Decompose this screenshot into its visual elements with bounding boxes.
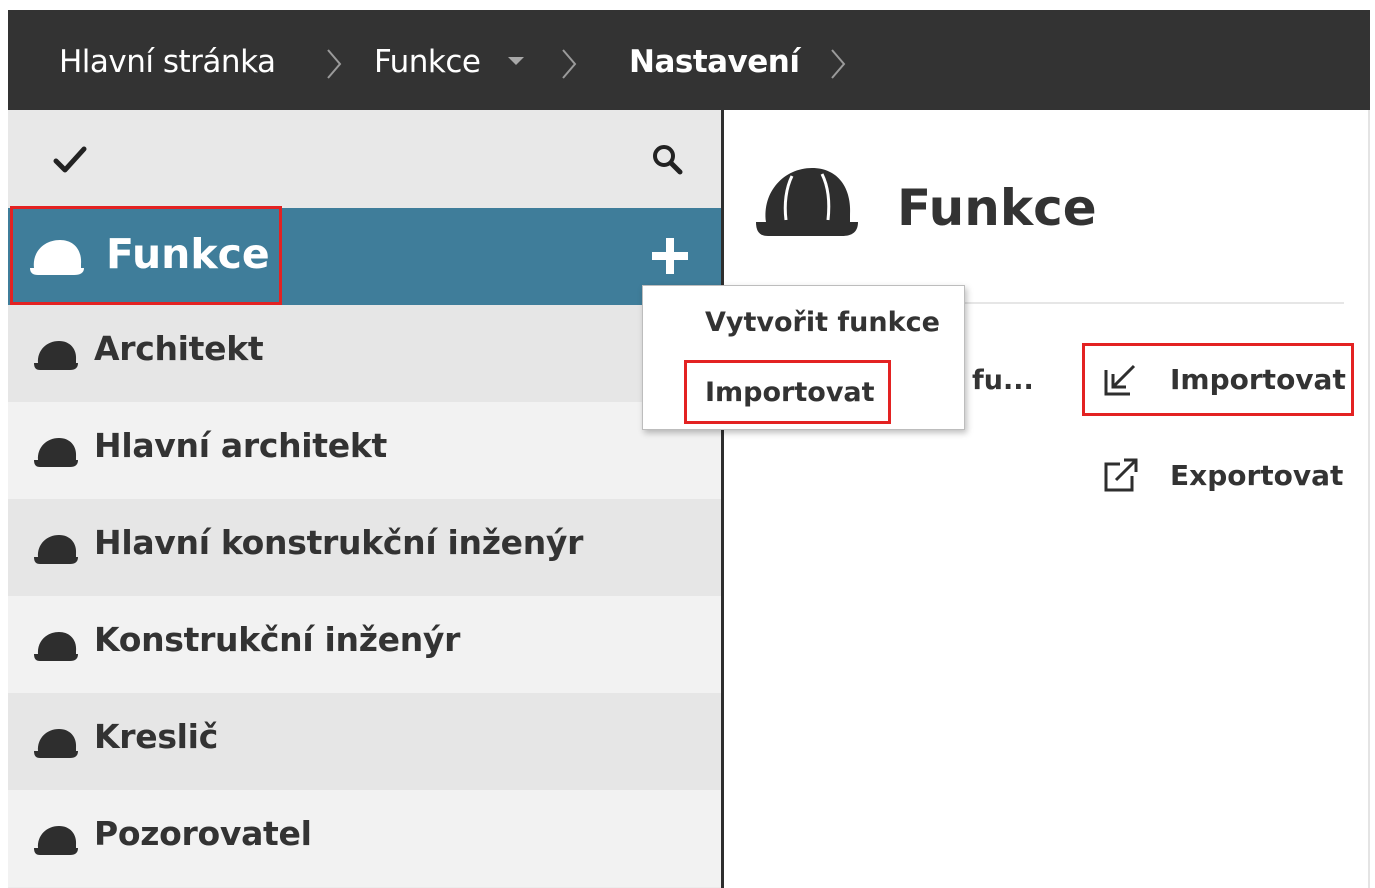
breadcrumb-home[interactable]: Hlavní stránka bbox=[59, 42, 276, 82]
menu-item-create[interactable]: Vytvořit funkce bbox=[705, 306, 940, 340]
helmet-icon bbox=[34, 729, 78, 758]
export-icon[interactable] bbox=[1100, 456, 1140, 496]
helmet-icon bbox=[34, 632, 78, 661]
menu-item-import[interactable]: Importovat bbox=[705, 376, 875, 410]
add-button[interactable] bbox=[648, 234, 692, 278]
list-item-label: Konstrukční inženýr bbox=[94, 620, 461, 659]
helmet-icon bbox=[756, 168, 858, 236]
page-title: Funkce bbox=[897, 179, 1097, 237]
import-icon[interactable] bbox=[1100, 360, 1140, 400]
helmet-icon bbox=[30, 240, 84, 275]
breadcrumb-funkce[interactable]: Funkce bbox=[374, 42, 481, 82]
search-icon[interactable] bbox=[650, 142, 686, 178]
sidebar-toolbar bbox=[8, 110, 721, 208]
list-item[interactable]: Pozorovatel bbox=[8, 790, 721, 887]
panel-divider bbox=[721, 110, 724, 888]
truncated-label: fu... bbox=[972, 365, 1034, 396]
list-item[interactable]: Architekt bbox=[8, 305, 721, 402]
caret-down-icon[interactable] bbox=[508, 57, 524, 65]
list-item-label: Kreslič bbox=[94, 717, 218, 756]
list-item[interactable]: Hlavní konstrukční inženýr bbox=[8, 499, 721, 596]
chevron-right-icon bbox=[327, 49, 342, 79]
list-item-label: Pozorovatel bbox=[94, 814, 312, 853]
list-item[interactable]: Hlavní architekt bbox=[8, 402, 721, 499]
chevron-right-icon bbox=[831, 49, 846, 79]
check-icon[interactable] bbox=[52, 144, 88, 176]
breadcrumb-nastaveni[interactable]: Nastavení bbox=[629, 42, 800, 82]
sidebar: Funkce Architekt Hlavní architekt Hlavní… bbox=[8, 110, 721, 888]
helmet-icon bbox=[34, 341, 78, 370]
panel-edge bbox=[1368, 110, 1370, 888]
helmet-icon bbox=[34, 438, 78, 467]
add-dropdown-menu: Vytvořit funkce Importovat bbox=[642, 285, 965, 430]
list-item[interactable]: Konstrukční inženýr bbox=[8, 596, 721, 693]
list-item-label: Architekt bbox=[94, 329, 264, 368]
list-item[interactable]: Kreslič bbox=[8, 693, 721, 790]
list-item-label: Hlavní konstrukční inženýr bbox=[94, 523, 584, 562]
list-item-label: Hlavní architekt bbox=[94, 426, 387, 465]
helmet-icon bbox=[34, 826, 78, 855]
sidebar-item-funkce-selected[interactable]: Funkce bbox=[8, 208, 721, 305]
helmet-icon bbox=[34, 535, 78, 564]
sidebar-selected-label: Funkce bbox=[106, 230, 270, 278]
export-action-label[interactable]: Exportovat bbox=[1170, 458, 1343, 494]
import-action-label[interactable]: Importovat bbox=[1170, 362, 1346, 398]
breadcrumb-bar: Hlavní stránka Funkce Nastavení bbox=[8, 10, 1370, 110]
chevron-right-icon bbox=[562, 49, 577, 79]
